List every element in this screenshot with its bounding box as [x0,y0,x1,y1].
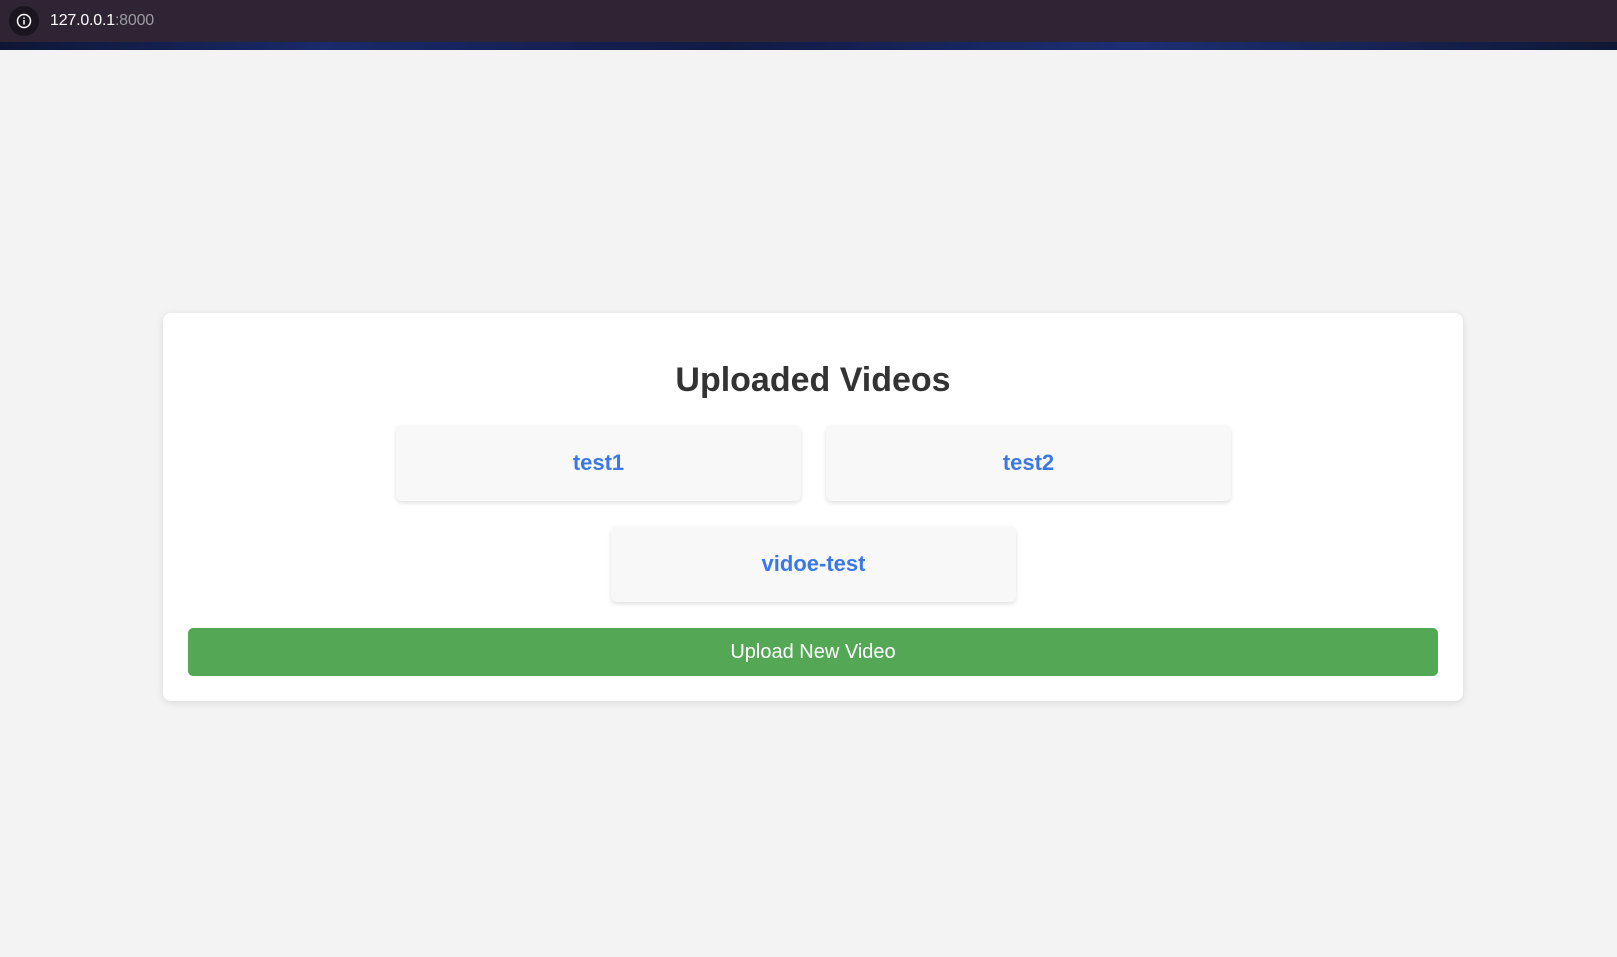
video-tile-test1[interactable]: test1 [396,425,801,501]
url-text: 127.0.0.1:8000 [50,12,154,30]
page-title: Uploaded Videos [675,361,951,399]
browser-address-bar: 127.0.0.1:8000 [0,0,1617,42]
url-port: :8000 [114,12,154,29]
video-tile-test2[interactable]: test2 [826,425,1231,501]
video-link-vidoe-test[interactable]: vidoe-test [762,551,866,577]
video-tile-vidoe-test[interactable]: vidoe-test [611,526,1016,602]
page-body: Uploaded Videos test1 test2 vidoe-test U… [0,50,1617,957]
url-host: 127.0.0.1 [50,12,115,29]
info-icon[interactable] [9,6,39,36]
upload-new-video-button[interactable]: Upload New Video [188,628,1438,676]
url-field[interactable]: 127.0.0.1:8000 [0,0,154,42]
video-link-test1[interactable]: test1 [573,450,624,476]
videos-card: Uploaded Videos test1 test2 vidoe-test U… [163,313,1463,701]
browser-accent-strip [0,42,1617,50]
video-link-test2[interactable]: test2 [1003,450,1054,476]
